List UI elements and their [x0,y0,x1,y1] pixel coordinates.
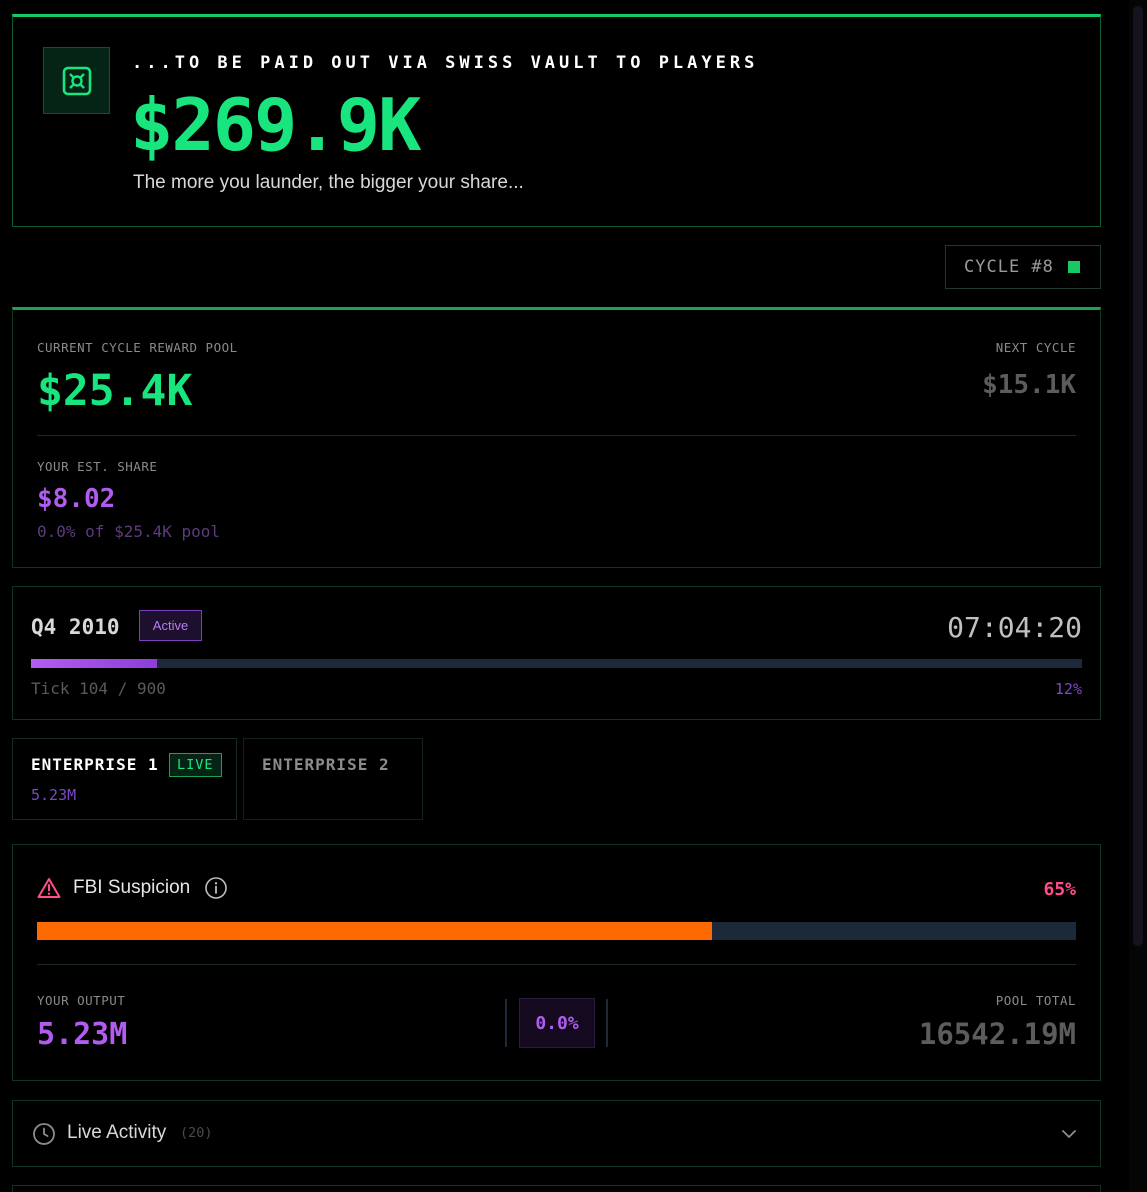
quarter-progress-card: Q4 2010 Active 07:04:20 Tick 104 / 900 1… [12,586,1101,720]
reward-pool-label: CURRENT CYCLE REWARD POOL [37,340,238,355]
vault-icon [43,47,110,114]
fbi-suspicion-fill [37,922,713,940]
reward-pool-card: CURRENT CYCLE REWARD POOL $25.4K NEXT CY… [12,307,1101,568]
pool-total-value: 16542.19M [918,1017,1076,1051]
next-panel-edge [12,1185,1101,1192]
fbi-suspicion-percent: 65% [1043,879,1076,900]
payout-kicker: ...TO BE PAID OUT VIA SWISS VAULT TO PLA… [132,53,759,73]
clock-icon [32,1122,56,1151]
live-badge: LIVE [169,753,222,777]
fbi-suspicion-card: FBI Suspicion 65% YOUR OUTPUT 5.23M 0.0%… [12,844,1101,1081]
divider [37,964,1076,965]
enterprise-name: ENTERPRISE 1 [31,755,159,774]
fbi-suspicion-bar [37,922,1076,940]
divider [37,435,1076,436]
divider [606,999,608,1047]
est-share-amount: $8.02 [37,484,116,514]
reward-pool-amount: $25.4K [37,366,193,416]
est-share-label: YOUR EST. SHARE [37,459,158,474]
warning-icon [37,877,61,904]
next-cycle-label: NEXT CYCLE [995,340,1076,355]
live-activity-title: Live Activity [67,1122,167,1143]
divider [505,999,507,1047]
page-scrollbar[interactable] [1129,0,1147,1192]
cycle-badge: CYCLE #8 [945,245,1101,289]
pool-total-label: POOL TOTAL [995,993,1076,1008]
fbi-suspicion-title: FBI Suspicion [73,877,191,898]
tick-count: Tick 104 / 900 [31,679,166,698]
tick-progress-bar [31,659,1082,668]
tick-percent: 12% [1054,680,1082,698]
cycle-label: CYCLE #8 [964,257,1054,277]
est-share-detail: 0.0% of $25.4K pool [37,522,221,541]
scrollbar-thumb[interactable] [1133,6,1143,946]
quarter-timer: 07:04:20 [947,611,1082,644]
your-output-label: YOUR OUTPUT [37,993,126,1008]
tab-enterprise-1[interactable]: ENTERPRISE 1 LIVE 5.23M [12,738,237,820]
tick-progress-fill [31,659,158,668]
cycle-status-indicator [1067,261,1080,273]
vault-payout-banner: ...TO BE PAID OUT VIA SWISS VAULT TO PLA… [12,14,1101,227]
your-output-value: 5.23M [37,1017,128,1052]
live-activity-count: (20) [180,1125,213,1141]
chevron-down-icon[interactable] [1060,1125,1078,1148]
quarter-label: Q4 2010 [31,615,120,639]
info-icon[interactable] [204,876,228,905]
payout-tagline: The more you launder, the bigger your sh… [133,172,524,193]
output-share-badge: 0.0% [519,998,595,1048]
payout-amount: $269.9K [130,83,421,167]
quarter-status-badge: Active [139,610,202,641]
live-activity-toggle[interactable]: Live Activity (20) [12,1100,1101,1167]
next-cycle-amount: $15.1K [982,370,1076,400]
tab-enterprise-2[interactable]: ENTERPRISE 2 [243,738,423,820]
enterprise-output: 5.23M [31,786,77,804]
enterprise-name: ENTERPRISE 2 [262,755,390,774]
